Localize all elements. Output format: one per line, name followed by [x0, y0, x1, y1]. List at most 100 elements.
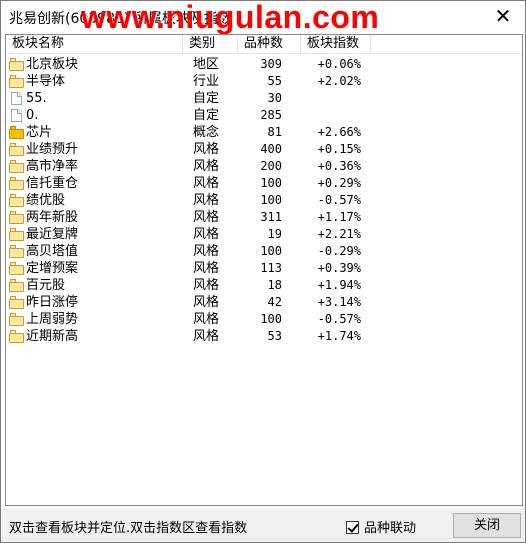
sector-index: -0.57%	[317, 193, 361, 207]
sector-type: 自定	[193, 108, 220, 123]
title-bar: 兆易创新(603986) 所属板块及指数 www.niugulan.com ✕	[1, 0, 525, 35]
table-row[interactable]: 信托重仓 风格 100 +0.29%	[6, 175, 522, 192]
checkbox-checked-icon[interactable]	[346, 521, 359, 534]
close-icon[interactable]: ✕	[491, 4, 515, 28]
sector-name: 高贝塔值	[26, 244, 79, 259]
sector-name: 芯片	[26, 125, 53, 140]
column-header-name[interactable]: 板块名称	[6, 35, 183, 54]
table-row[interactable]: 两年新股 风格 311 +1.17%	[6, 209, 522, 226]
sector-index: +0.36%	[317, 159, 361, 173]
sector-type: 风格	[193, 210, 220, 225]
document-icon	[9, 109, 24, 122]
sector-name: 0.	[26, 108, 39, 123]
list-header: 板块名称 类别 品种数 板块指数	[6, 35, 522, 54]
close-button[interactable]: 关闭	[453, 513, 521, 538]
sector-type: 风格	[193, 244, 220, 259]
sector-index: +2.66%	[317, 125, 361, 139]
folder-icon	[9, 177, 24, 190]
watermark-text: www.niugulan.com	[81, 0, 380, 35]
column-header-count[interactable]: 品种数	[238, 35, 301, 54]
sector-count: 285	[260, 108, 282, 122]
table-row[interactable]: 高市净率 风格 200 +0.36%	[6, 158, 522, 175]
sector-name: 昨日涨停	[26, 295, 79, 310]
sector-index: -0.29%	[317, 244, 361, 258]
folder-icon	[9, 143, 24, 156]
sector-type: 风格	[193, 312, 220, 327]
sector-count: 113	[260, 261, 282, 275]
folder-icon	[9, 279, 24, 292]
sector-name: 最近复牌	[26, 227, 79, 242]
sector-index: -0.57%	[317, 312, 361, 326]
sector-list[interactable]: 板块名称 类别 品种数 板块指数 北京板块 地区 309 +0.06% 半导体 行业 55 +…	[5, 34, 523, 506]
table-row[interactable]: 绩优股 风格 100 -0.57%	[6, 192, 522, 209]
folder-icon	[9, 245, 24, 258]
column-header-index[interactable]: 板块指数	[301, 35, 371, 54]
sector-name: 定增预案	[26, 261, 79, 276]
sector-index: +0.39%	[317, 261, 361, 275]
table-row[interactable]: 近期新高 风格 53 +1.74%	[6, 328, 522, 345]
sector-count: 81	[267, 125, 282, 139]
sector-type: 地区	[193, 57, 220, 72]
sector-type: 风格	[193, 329, 220, 344]
dialog-window: 兆易创新(603986) 所属板块及指数 www.niugulan.com ✕ …	[0, 0, 526, 543]
sector-index: +2.21%	[317, 227, 361, 241]
status-bar: 双击查看板块并定位.双击指数区查看指数 品种联动 关闭	[1, 509, 525, 542]
folder-icon	[9, 330, 24, 343]
linkage-label: 品种联动	[364, 521, 417, 536]
sector-name: 近期新高	[26, 329, 79, 344]
sector-name: 绩优股	[26, 193, 66, 208]
table-row[interactable]: 芯片 概念 81 +2.66%	[6, 124, 522, 141]
sector-count: 100	[260, 176, 282, 190]
table-row[interactable]: 昨日涨停 风格 42 +3.14%	[6, 294, 522, 311]
table-row[interactable]: 北京板块 地区 309 +0.06%	[6, 56, 522, 73]
sector-count: 53	[267, 329, 282, 343]
folder-icon	[9, 228, 24, 241]
sector-index: +1.74%	[317, 329, 361, 343]
table-row[interactable]: 半导体 行业 55 +2.02%	[6, 73, 522, 90]
sector-name: 半导体	[26, 74, 66, 89]
table-row[interactable]: 高贝塔值 风格 100 -0.29%	[6, 243, 522, 260]
sector-count: 100	[260, 312, 282, 326]
sector-index: +3.14%	[317, 295, 361, 309]
table-row[interactable]: 定增预案 风格 113 +0.39%	[6, 260, 522, 277]
sector-name: 信托重仓	[26, 176, 79, 191]
sector-count: 100	[260, 244, 282, 258]
table-row[interactable]: 业绩预升 风格 400 +0.15%	[6, 141, 522, 158]
sector-name: 上周弱势	[26, 312, 79, 327]
sector-count: 30	[267, 91, 282, 105]
sector-count: 55	[267, 74, 282, 88]
sector-count: 200	[260, 159, 282, 173]
folder-icon	[9, 296, 24, 309]
sector-type: 风格	[193, 278, 220, 293]
sector-count: 18	[267, 278, 282, 292]
sector-type: 风格	[193, 227, 220, 242]
sector-type: 风格	[193, 142, 220, 157]
sector-name: 55.	[26, 91, 47, 106]
sector-name: 北京板块	[26, 57, 79, 72]
sector-count: 400	[260, 142, 282, 156]
folder-filled-icon	[9, 126, 24, 139]
table-row[interactable]: 上周弱势 风格 100 -0.57%	[6, 311, 522, 328]
sector-index: +0.29%	[317, 176, 361, 190]
column-header-type[interactable]: 类别	[183, 35, 238, 54]
sector-name: 业绩预升	[26, 142, 79, 157]
folder-icon	[9, 160, 24, 173]
sector-count: 100	[260, 193, 282, 207]
sector-type: 风格	[193, 193, 220, 208]
linkage-checkbox[interactable]: 品种联动	[346, 517, 416, 536]
sector-index	[301, 90, 361, 107]
list-rows: 北京板块 地区 309 +0.06% 半导体 行业 55 +2.02% 55. 自定 30 0. 自定 2…	[6, 56, 522, 345]
sector-type: 风格	[193, 176, 220, 191]
sector-type: 概念	[193, 125, 220, 140]
folder-icon	[9, 262, 24, 275]
table-row[interactable]: 百元股 风格 18 +1.94%	[6, 277, 522, 294]
sector-name: 两年新股	[26, 210, 79, 225]
document-icon	[9, 92, 24, 105]
table-row[interactable]: 55. 自定 30	[6, 90, 522, 107]
sector-index	[301, 107, 361, 124]
folder-icon	[9, 313, 24, 326]
sector-count: 19	[267, 227, 282, 241]
sector-type: 自定	[193, 91, 220, 106]
table-row[interactable]: 0. 自定 285	[6, 107, 522, 124]
table-row[interactable]: 最近复牌 风格 19 +2.21%	[6, 226, 522, 243]
